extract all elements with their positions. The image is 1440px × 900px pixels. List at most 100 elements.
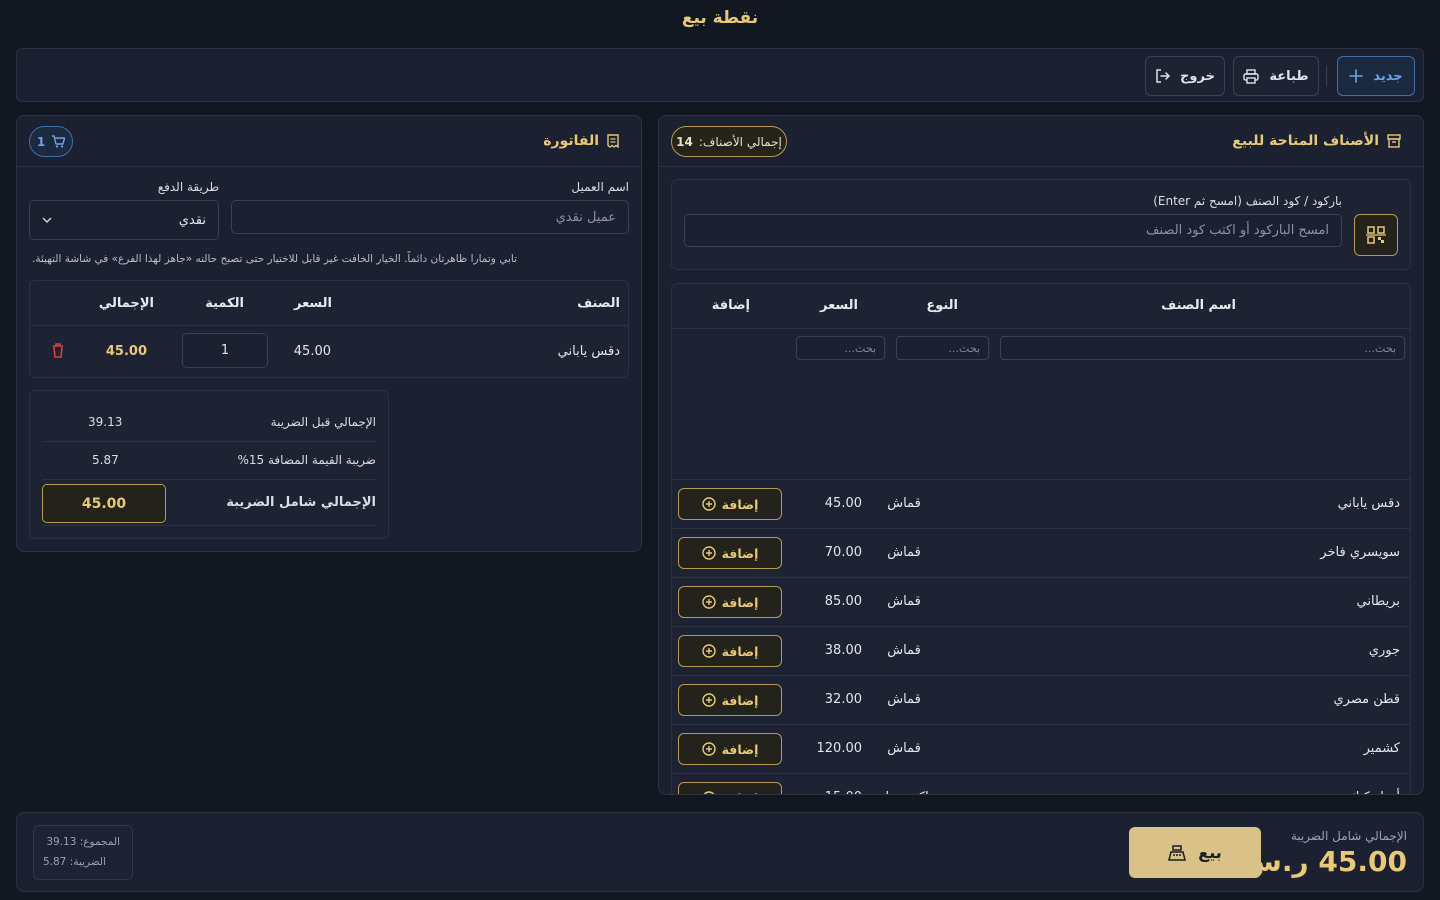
search-name-input[interactable]: بحث... (1000, 336, 1405, 360)
col-header-type: النوع (926, 298, 958, 313)
add-item-label: إضافة (721, 545, 759, 561)
add-item-button[interactable]: إضافة (678, 586, 782, 618)
toolbar-divider (1326, 66, 1327, 86)
vat-value: 5.87 (92, 453, 119, 467)
sell-button-label: بيع (1198, 843, 1222, 862)
customer-input[interactable]: عميل نقدي (231, 200, 629, 234)
add-item-label: إضافة (721, 741, 759, 757)
footer-grand-label: الإجمالي شامل الضريبة (1290, 829, 1407, 843)
new-button-label: جديد (1373, 68, 1403, 84)
add-item-button[interactable]: إضافة (678, 488, 782, 520)
plus-circle-icon (701, 644, 716, 658)
grand-total-label: الإجمالي شامل الضريبة (226, 495, 376, 510)
add-item-button[interactable]: إضافة (678, 782, 782, 795)
trash-icon[interactable] (52, 343, 64, 358)
col-header-line-price: السعر (294, 296, 332, 311)
item-name: أزرار كبك (1349, 790, 1400, 794)
add-item-button[interactable]: إضافة (678, 733, 782, 765)
invoice-title-wrap: الفاتورة (543, 133, 619, 149)
items-count-badge: إجمالي الأصناف: 14 (671, 126, 787, 157)
item-price: 120.00 (816, 741, 863, 756)
item-name: سويسري فاخر (1320, 545, 1400, 560)
col-header-qty: الكمية (205, 296, 244, 311)
line-price: 45.00 (293, 344, 331, 359)
item-price: 70.00 (824, 545, 862, 560)
item-name: قطن مصري (1333, 692, 1401, 707)
plus-circle-icon (701, 595, 716, 609)
item-price: 15.00 (825, 790, 862, 794)
col-header-price: السعر (820, 298, 858, 313)
footer-sum-text: المجموع: 39.13 (46, 836, 120, 848)
table-row: كشمير قماش 120.00 إضافة (672, 724, 1410, 773)
subtotal-label: الإجمالي قبل الضريبة (270, 415, 376, 429)
search-type-input[interactable]: بحث... (896, 336, 989, 360)
barcode-section: باركود / كود الصنف (امسح ثم Enter) امسح … (671, 179, 1411, 270)
catalog-table: اسم الصنف النوع السعر إضافة بحث... بحث..… (671, 283, 1411, 795)
sell-button[interactable]: بيع (1129, 827, 1261, 878)
logout-icon (1155, 69, 1171, 83)
item-name: بريطاني (1356, 594, 1401, 609)
cart-icon (51, 135, 66, 148)
footer-grand-value: 45.00 ر.س (1243, 845, 1407, 878)
plus-circle-icon (701, 497, 716, 511)
payment-label: طريقة الدفع (157, 180, 219, 194)
add-item-button[interactable]: إضافة (678, 684, 782, 716)
customer-label: اسم العميل (571, 180, 629, 194)
exit-button[interactable]: خروج (1145, 56, 1225, 96)
col-header-item: الصنف (577, 296, 620, 311)
add-item-label: إضافة (721, 692, 759, 708)
header-divider (672, 328, 1410, 329)
quantity-input[interactable]: 1 (182, 333, 268, 368)
catalog-title: الأصناف المتاحة للبيع (1232, 133, 1379, 149)
plus-circle-icon (702, 791, 716, 794)
item-price: 45.00 (824, 496, 862, 511)
checkout-bar: الإجمالي شامل الضريبة 45.00 ر.س بيع المج… (16, 812, 1424, 892)
archive-icon (1387, 134, 1401, 148)
items-count-label: إجمالي الأصناف: (698, 134, 782, 149)
item-name: جوري (1368, 643, 1400, 658)
summary-divider-2 (42, 479, 376, 480)
add-item-label: إضافة (722, 791, 759, 795)
invoice-header: الفاتورة 1 (17, 116, 641, 167)
summary-divider-1 (42, 441, 376, 442)
add-item-button[interactable]: إضافة (678, 635, 782, 667)
receipt-icon (607, 134, 619, 148)
chevron-down-icon (42, 217, 52, 223)
cart-badge: 1 (29, 126, 73, 157)
add-item-label: إضافة (721, 496, 759, 512)
footer-tax-text: الضريبة: 5.87 (42, 856, 106, 868)
toolbar: جديد طباعة خروج (16, 48, 1424, 102)
invoice-panel: الفاتورة 1 اسم العميل عميل نقدي طريقة ال… (16, 115, 642, 552)
payment-select[interactable]: نقدي (29, 200, 219, 240)
cash-register-icon (1168, 844, 1187, 861)
subtotal-value: 39.13 (88, 415, 123, 429)
cart-count: 1 (36, 134, 46, 149)
page-title: نقطة بيع (681, 8, 759, 28)
invoice-title: الفاتورة (543, 133, 599, 149)
search-price-input[interactable]: بحث... (796, 336, 885, 360)
barcode-label: باركود / كود الصنف (امسح ثم Enter) (1153, 194, 1342, 208)
invoice-line: دقس ياباني 45.00 1 45.00 (30, 326, 628, 378)
new-button[interactable]: جديد (1337, 56, 1415, 96)
item-price: 32.00 (824, 692, 862, 707)
invoice-summary: الإجمالي قبل الضريبة 39.13 ضريبة القيمة … (29, 390, 389, 539)
catalog-header: الأصناف المتاحة للبيع إجمالي الأصناف: 14 (659, 116, 1423, 167)
table-row: بريطاني قماش 85.00 إضافة (672, 577, 1410, 626)
item-name: كشمير (1363, 741, 1400, 756)
catalog-title-wrap: الأصناف المتاحة للبيع (1232, 133, 1401, 149)
scan-button[interactable] (1354, 214, 1398, 256)
line-item-name: دقس ياباني (557, 344, 620, 359)
table-row: دقس ياباني قماش 45.00 إضافة (672, 479, 1410, 528)
table-row: قطن مصري قماش 32.00 إضافة (672, 675, 1410, 724)
summary-divider-3 (42, 525, 376, 526)
exit-button-label: خروج (1180, 68, 1215, 84)
payment-hint: تابي وتمارا ظاهرتان دائماً. الخيار الخاف… (31, 253, 517, 265)
grand-total-value: 45.00 (42, 484, 166, 523)
plus-circle-icon (701, 546, 716, 560)
payment-value: نقدي (178, 212, 206, 228)
plus-circle-icon (701, 742, 716, 756)
add-item-button[interactable]: إضافة (678, 537, 782, 569)
barcode-input[interactable]: امسح الباركود أو اكتب كود الصنف (684, 214, 1342, 247)
plus-icon (1349, 69, 1364, 83)
print-button[interactable]: طباعة (1233, 56, 1319, 96)
